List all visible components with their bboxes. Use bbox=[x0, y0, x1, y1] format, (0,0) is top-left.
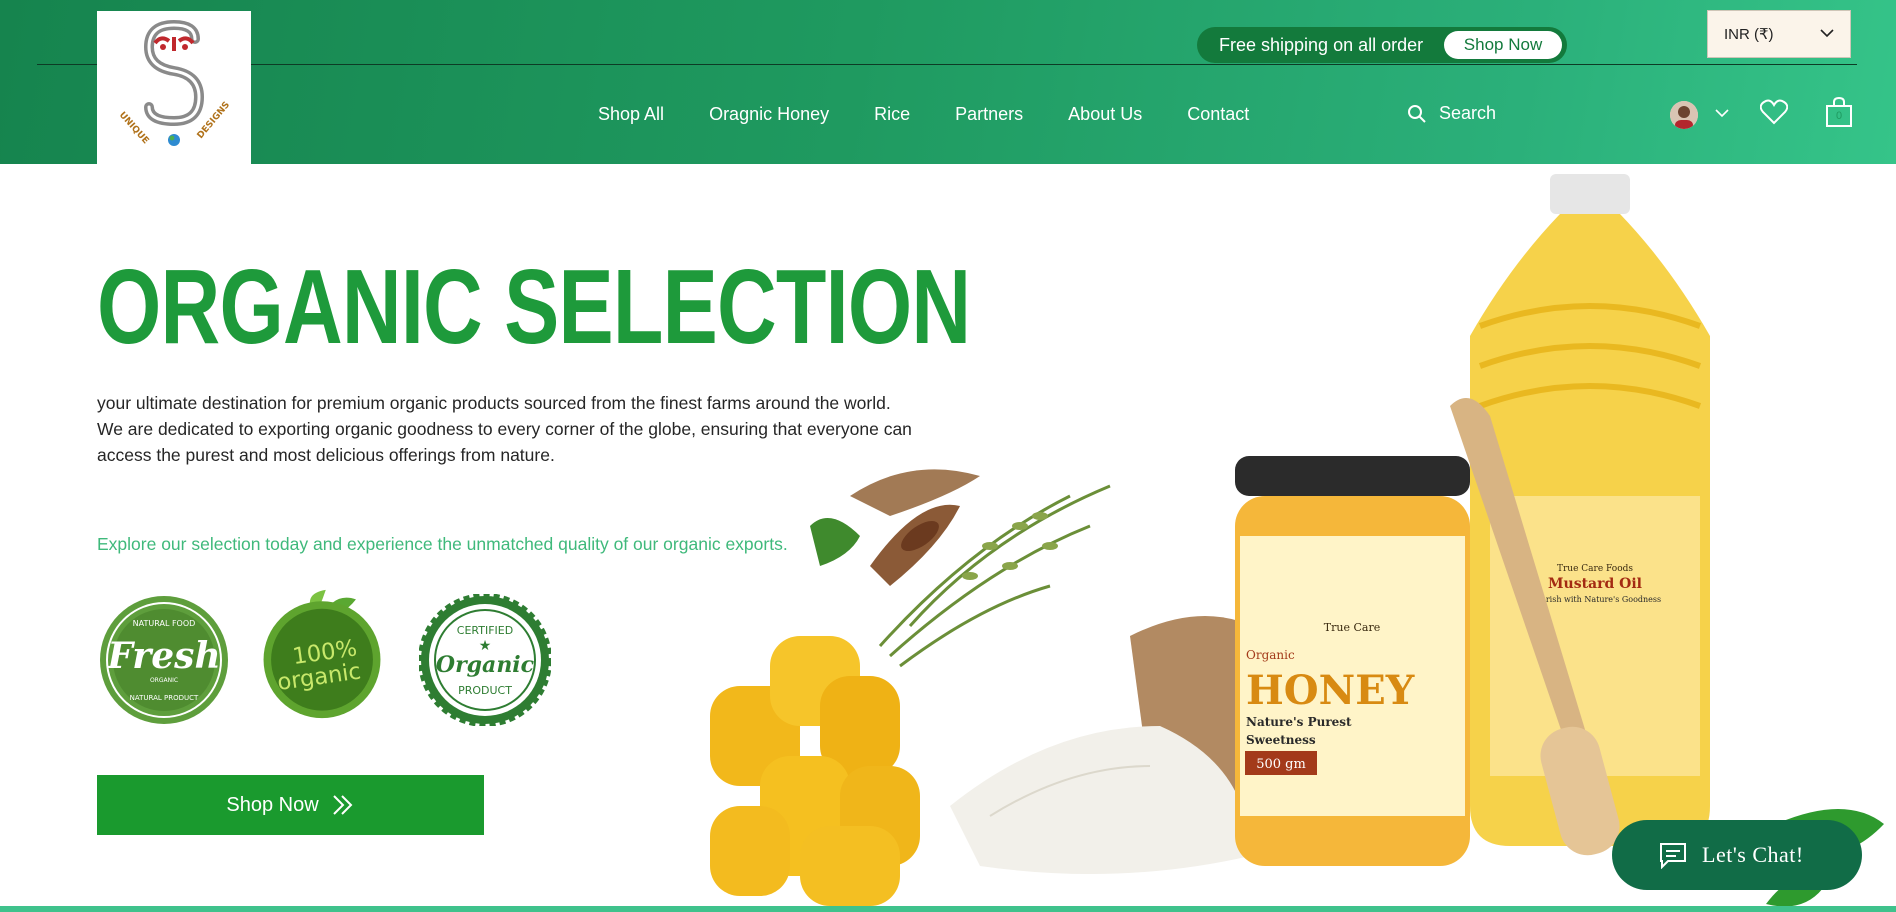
chat-bubble-icon bbox=[1660, 843, 1686, 869]
svg-text:UNIQUE: UNIQUE bbox=[117, 110, 151, 146]
rice-stalk-image bbox=[878, 484, 1111, 668]
search-box[interactable]: Search bbox=[1407, 103, 1496, 124]
site-logo[interactable]: UNIQUE DESIGNS bbox=[97, 11, 251, 164]
hero-cta-text: Explore our selection today and experien… bbox=[97, 534, 788, 554]
oil-name: Mustard Oil bbox=[1548, 576, 1642, 592]
chevron-down-icon[interactable] bbox=[1715, 108, 1729, 118]
honey-name: HONEY bbox=[1246, 667, 1415, 714]
currency-value: INR (₹) bbox=[1724, 26, 1774, 43]
honey-tag2: Sweetness bbox=[1246, 733, 1316, 747]
heart-icon[interactable] bbox=[1760, 99, 1788, 125]
nav-contact[interactable]: Contact bbox=[1187, 104, 1249, 125]
search-label: Search bbox=[1439, 103, 1497, 123]
promo-text: Free shipping on all order bbox=[1219, 34, 1424, 55]
certified-badge-top: CERTIFIED bbox=[457, 624, 513, 637]
avatar[interactable] bbox=[1670, 101, 1698, 129]
nav-shop-all[interactable]: Shop All bbox=[598, 104, 664, 125]
chevron-down-icon bbox=[1820, 29, 1834, 38]
lets-chat-label: Let's Chat! bbox=[1702, 842, 1804, 867]
header-divider bbox=[37, 64, 1857, 65]
promo-banner: Free shipping on all order Shop Now bbox=[1197, 27, 1567, 63]
tamarind-image bbox=[810, 469, 980, 586]
organic-100-badge-icon: 100% organic bbox=[263, 589, 381, 719]
jackfruit-image bbox=[710, 636, 920, 906]
bottom-accent-bar bbox=[0, 906, 1896, 912]
hero-shop-now-button[interactable]: Shop Now bbox=[97, 775, 484, 835]
fresh-badge-bottom: NATURAL PRODUCT bbox=[130, 694, 199, 702]
fresh-badge-main: Fresh bbox=[106, 635, 220, 677]
honey-tag1: Nature's Purest bbox=[1246, 715, 1352, 729]
site-header: UNIQUE DESIGNS Free shipping on all orde… bbox=[0, 0, 1896, 164]
double-chevron-right-icon bbox=[332, 795, 353, 815]
nav-about-us[interactable]: About Us bbox=[1068, 104, 1142, 125]
oil-brand: True Care Foods bbox=[1557, 564, 1633, 574]
nav-rice[interactable]: Rice bbox=[874, 104, 910, 125]
certified-badge-bottom: PRODUCT bbox=[458, 684, 512, 697]
honey-brand: True Care bbox=[1324, 621, 1380, 634]
cart-count: 0 bbox=[1835, 110, 1843, 122]
certified-organic-badge-icon: CERTIFIED ★ Organic PRODUCT bbox=[419, 594, 551, 726]
certified-badge-main: Organic bbox=[436, 652, 535, 678]
currency-select[interactable]: INR (₹) bbox=[1707, 10, 1851, 58]
fresh-badge-top: NATURAL FOOD bbox=[133, 619, 196, 628]
fresh-badge-icon: NATURAL FOOD Fresh ORGANIC NATURAL PRODU… bbox=[100, 596, 228, 724]
search-icon bbox=[1408, 104, 1426, 123]
honey-kind: Organic bbox=[1246, 648, 1295, 662]
main-nav: Shop All Oragnic Honey Rice Partners Abo… bbox=[598, 104, 1294, 125]
hero-products-image: True Care Organic HONEY Nature's Purest … bbox=[710, 174, 1710, 906]
honey-jar-image: True Care Organic HONEY Nature's Purest … bbox=[1235, 456, 1470, 866]
hero-shop-now-label: Shop Now bbox=[226, 793, 319, 816]
fresh-badge-mid: ORGANIC bbox=[150, 677, 178, 684]
nav-organic-honey[interactable]: Oragnic Honey bbox=[709, 104, 829, 125]
nav-partners[interactable]: Partners bbox=[955, 104, 1023, 125]
promo-shop-now-button[interactable]: Shop Now bbox=[1444, 31, 1562, 59]
oil-tag: Nourish with Nature's Goodness bbox=[1529, 595, 1661, 604]
honey-weight: 500 gm bbox=[1256, 757, 1306, 772]
lets-chat-button[interactable]: Let's Chat! bbox=[1612, 820, 1862, 890]
